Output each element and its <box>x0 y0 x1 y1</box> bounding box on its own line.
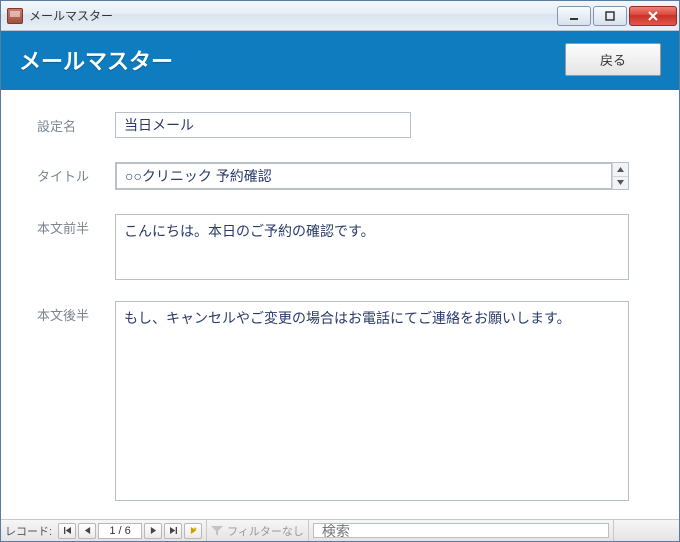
row-body-second: 本文後半 <box>37 301 643 504</box>
filter-segment[interactable]: フィルターなし <box>207 520 309 541</box>
page-title: メールマスター <box>19 44 565 76</box>
title-input[interactable] <box>116 163 612 189</box>
page-banner: メールマスター 戻る <box>1 31 679 90</box>
minimize-button[interactable] <box>557 6 591 26</box>
window-controls <box>557 6 677 26</box>
titlebar: メールマスター <box>1 1 679 31</box>
app-icon <box>7 8 23 24</box>
setting-name-input[interactable] <box>115 112 411 138</box>
close-button[interactable] <box>629 6 677 26</box>
title-label: タイトル <box>37 162 115 185</box>
row-setting-name: 設定名 <box>37 112 643 138</box>
form-body: 設定名 タイトル 本文前半 <box>1 90 679 519</box>
filter-icon <box>211 525 223 537</box>
nav-first-button[interactable] <box>58 523 76 539</box>
row-body-first: 本文前半 <box>37 214 643 283</box>
back-button[interactable]: 戻る <box>565 43 661 76</box>
record-label: レコード: <box>5 523 56 539</box>
search-segment <box>309 520 614 541</box>
record-nav: レコード: 1 / 6 <box>1 520 207 541</box>
maximize-button[interactable] <box>593 6 627 26</box>
title-spinner <box>612 163 628 189</box>
setting-name-label: 設定名 <box>37 112 115 135</box>
nav-next-button[interactable] <box>144 523 162 539</box>
spinner-up-button[interactable] <box>613 163 628 177</box>
filter-text: フィルターなし <box>227 523 304 539</box>
nav-prev-button[interactable] <box>78 523 96 539</box>
body-first-textarea[interactable] <box>115 214 629 280</box>
nav-new-button[interactable] <box>184 523 202 539</box>
row-title: タイトル <box>37 162 643 190</box>
statusbar: レコード: 1 / 6 フィルターなし <box>1 519 679 541</box>
app-window: メールマスター メールマスター 戻る 設定名 タイトル <box>0 0 680 542</box>
window-title: メールマスター <box>29 7 557 24</box>
spinner-down-button[interactable] <box>613 177 628 190</box>
body-second-textarea[interactable] <box>115 301 629 501</box>
body-second-label: 本文後半 <box>37 301 115 324</box>
title-input-wrap <box>115 162 629 190</box>
nav-last-button[interactable] <box>164 523 182 539</box>
record-position[interactable]: 1 / 6 <box>98 523 142 539</box>
body-first-label: 本文前半 <box>37 214 115 237</box>
search-input[interactable] <box>313 523 609 538</box>
